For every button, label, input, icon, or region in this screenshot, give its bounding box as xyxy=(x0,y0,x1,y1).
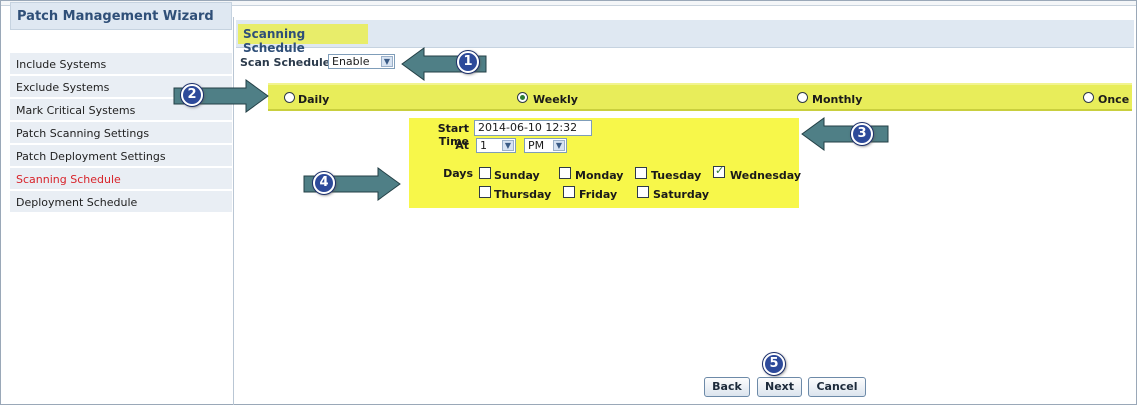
sidebar-item-deployment-schedule[interactable]: Deployment Schedule xyxy=(10,191,232,213)
callout-badge-5: 5 xyxy=(763,353,785,375)
chevron-down-icon: ▼ xyxy=(502,140,514,151)
sidebar-item-patch-deployment-settings[interactable]: Patch Deployment Settings xyxy=(10,145,232,167)
scan-scheduler-select[interactable]: Enable ▼ xyxy=(328,54,395,69)
scan-scheduler-value: Enable xyxy=(332,55,370,68)
callout-badge-4: 4 xyxy=(313,172,335,194)
checkbox-label-friday: Friday xyxy=(579,188,618,201)
next-button[interactable]: Next xyxy=(757,377,802,397)
start-time-input[interactable]: 2014-06-10 12:32 xyxy=(474,120,592,136)
checkbox-label-wednesday: Wednesday xyxy=(730,169,802,182)
sidebar-title: Patch Management Wizard xyxy=(10,2,232,30)
callout-badge-1: 1 xyxy=(457,51,479,73)
sidebar-item-include-systems[interactable]: Include Systems xyxy=(10,53,232,75)
at-label: At xyxy=(455,139,469,152)
checkbox-monday[interactable] xyxy=(559,167,571,179)
ampm-value: PM xyxy=(528,139,545,152)
callout-badge-3: 3 xyxy=(851,123,873,145)
callout-badge-2: 2 xyxy=(181,84,203,106)
checkbox-label-tuesday: Tuesday xyxy=(651,169,702,182)
callout-arrow-left-icon xyxy=(801,117,889,151)
radio-label-daily: Daily xyxy=(298,93,330,106)
checkbox-label-saturday: Saturday xyxy=(653,188,709,201)
checkbox-sunday[interactable] xyxy=(479,167,491,179)
ampm-select[interactable]: PM ▼ xyxy=(524,138,567,153)
checkbox-saturday[interactable] xyxy=(637,186,649,198)
checkbox-wednesday[interactable] xyxy=(713,164,725,178)
checkbox-label-monday: Monday xyxy=(575,169,624,182)
sidebar-item-scanning-schedule[interactable]: Scanning Schedule xyxy=(10,168,232,190)
checkbox-friday[interactable] xyxy=(563,186,575,198)
hour-select[interactable]: 1 ▼ xyxy=(476,138,516,153)
checkbox-tuesday[interactable] xyxy=(635,167,647,179)
frequency-bar xyxy=(268,83,1132,111)
radio-label-once: Once xyxy=(1098,93,1130,106)
sidebar-item-patch-scanning-settings[interactable]: Patch Scanning Settings xyxy=(10,122,232,144)
radio-daily[interactable] xyxy=(284,92,295,103)
chevron-down-icon: ▼ xyxy=(553,140,565,151)
hour-value: 1 xyxy=(480,139,487,152)
radio-label-weekly: Weekly xyxy=(533,93,578,106)
title-band xyxy=(236,20,1134,48)
radio-once[interactable] xyxy=(1083,92,1094,103)
checkbox-label-thursday: Thursday xyxy=(494,188,552,201)
back-button[interactable]: Back xyxy=(704,377,750,397)
chevron-down-icon: ▼ xyxy=(381,56,393,67)
days-label: Days xyxy=(443,167,473,180)
checkbox-label-sunday: Sunday xyxy=(494,169,540,182)
radio-weekly[interactable] xyxy=(517,92,528,103)
cancel-button[interactable]: Cancel xyxy=(808,377,866,397)
scan-scheduler-label: Scan Scheduler xyxy=(240,56,336,69)
radio-label-monthly: Monthly xyxy=(812,93,863,106)
radio-monthly[interactable] xyxy=(797,92,808,103)
page-title: Scanning Schedule xyxy=(238,24,368,55)
checkbox-thursday[interactable] xyxy=(479,186,491,198)
